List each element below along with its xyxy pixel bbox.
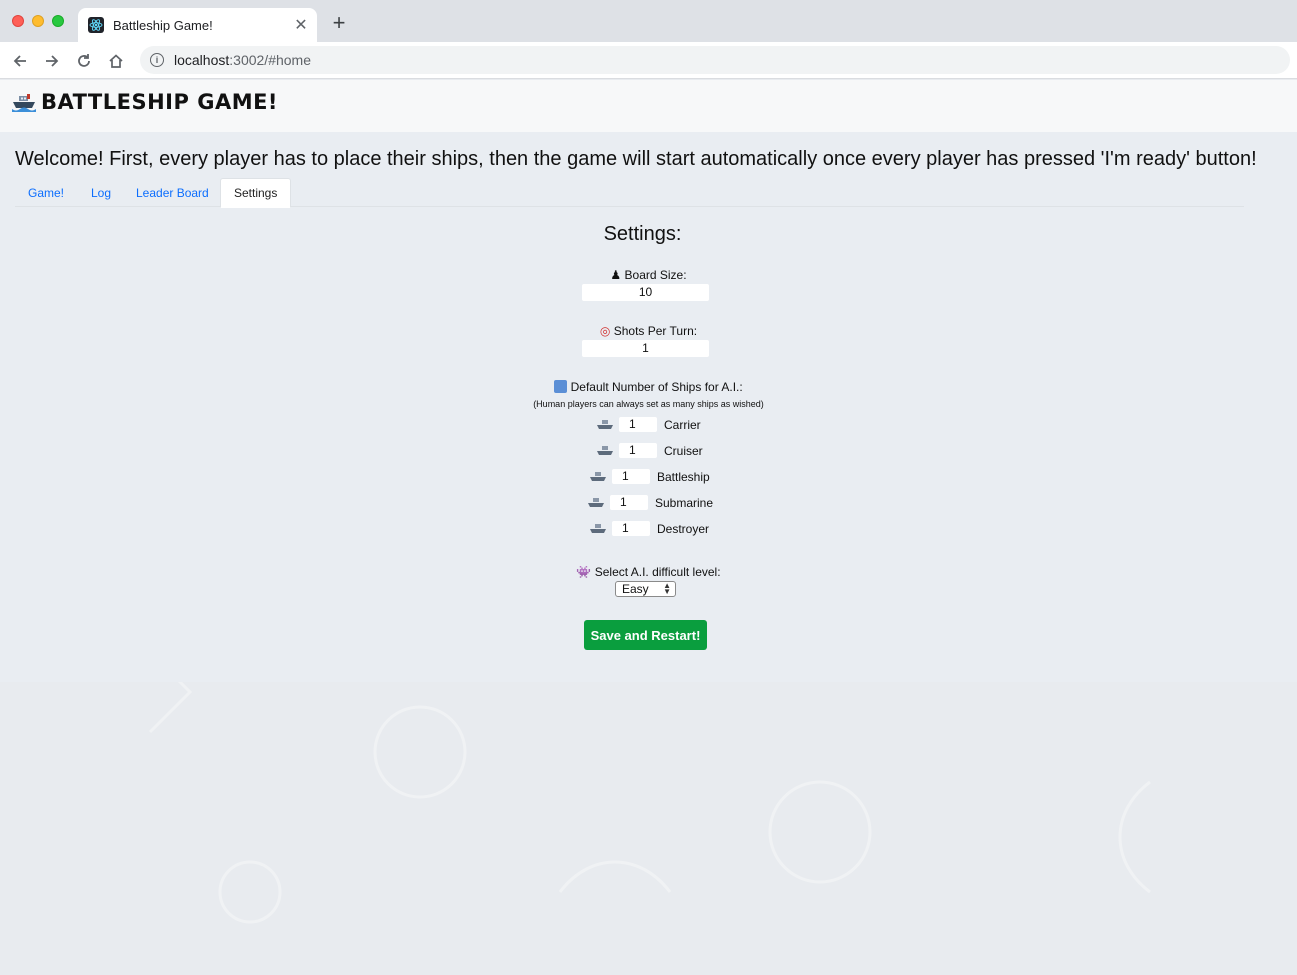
ship-row-carrier: 1 Carrier	[597, 416, 701, 433]
default-ships-label: Default Number of Ships for A.I.:	[0, 380, 1297, 394]
board-size-label: ♟ Board Size:	[610, 268, 687, 282]
default-ships-note: (Human players can always set as many sh…	[533, 399, 764, 409]
ship-count-input[interactable]: 1	[612, 469, 650, 484]
url-host: localhost	[174, 52, 230, 68]
ship-row-destroyer: 1 Destroyer	[590, 520, 709, 537]
ship-name: Carrier	[664, 417, 701, 432]
ship-count-input[interactable]: 1	[610, 495, 648, 510]
reload-icon[interactable]	[71, 48, 97, 74]
ship-count-input[interactable]: 1	[619, 417, 657, 432]
ship-count-input[interactable]: 1	[619, 443, 657, 458]
ai-level-selected: Easy	[622, 582, 649, 596]
tab-bar: Game! Log Leader Board Settings	[15, 178, 1244, 208]
main-content: Welcome! First, every player has to plac…	[0, 132, 1297, 682]
ship-name: Battleship	[657, 469, 710, 484]
ai-level-label: 👾 Select A.I. difficult level:	[576, 565, 721, 579]
browser-tab-title: Battleship Game!	[113, 17, 213, 33]
welcome-message: Welcome! First, every player has to plac…	[15, 148, 1257, 170]
ship-icon	[597, 419, 613, 429]
ship-count-input[interactable]: 1	[612, 521, 650, 536]
settings-title: Settings:	[603, 223, 682, 245]
ship-name: Destroyer	[657, 521, 710, 536]
close-icon[interactable]: ✕	[289, 13, 313, 37]
app-title: Battleship Game!	[41, 90, 279, 114]
shots-per-turn-label: ◎ Shots Per Turn:	[599, 324, 698, 338]
forward-icon[interactable]	[39, 48, 65, 74]
save-and-restart-button[interactable]: Save and Restart!	[584, 620, 707, 650]
ship-name: Submarine	[655, 495, 714, 510]
chess-pawn-icon: ♟	[610, 268, 622, 282]
browser-toolbar: i localhost:3002/#home	[0, 42, 1297, 79]
browser-tab[interactable]: Battleship Game! ✕	[78, 8, 317, 42]
alien-icon: 👾	[576, 565, 592, 579]
board-size-input[interactable]: 10	[582, 284, 709, 301]
ship-row-submarine: 1 Submarine	[588, 494, 713, 511]
select-arrows-icon: ▲ ▼	[663, 581, 671, 596]
ship-icon	[590, 471, 606, 481]
back-icon[interactable]	[7, 48, 33, 74]
window-close-button[interactable]	[12, 15, 24, 27]
new-tab-button[interactable]: +	[328, 10, 350, 35]
window-minimize-button[interactable]	[32, 15, 44, 27]
ship-icon	[588, 497, 604, 507]
address-bar[interactable]: i localhost:3002/#home	[140, 46, 1290, 74]
shots-per-turn-input[interactable]: 1	[582, 340, 709, 357]
home-icon[interactable]	[103, 48, 129, 74]
ship-name: Cruiser	[664, 443, 703, 458]
ship-icon	[597, 445, 613, 455]
tab-leader-board[interactable]: Leader Board	[123, 178, 222, 207]
ship-row-cruiser: 1 Cruiser	[597, 442, 703, 459]
window-maximize-button[interactable]	[52, 15, 64, 27]
ship-icon	[590, 523, 606, 533]
target-icon: ◎	[599, 324, 611, 338]
app-header: Battleship Game!	[0, 80, 1297, 132]
ship-row-battleship: 1 Battleship	[590, 468, 710, 485]
browser-tabstrip: Battleship Game! ✕ +	[0, 0, 1297, 42]
tab-settings[interactable]: Settings	[220, 178, 292, 208]
tab-log[interactable]: Log	[78, 178, 124, 207]
tab-game[interactable]: Game!	[15, 178, 77, 207]
react-icon	[88, 17, 104, 33]
ship-icon	[12, 94, 36, 112]
info-icon[interactable]: i	[150, 53, 164, 67]
numbers-icon	[554, 380, 568, 393]
url-path: :3002/#home	[229, 52, 311, 68]
ai-level-select[interactable]: Easy ▲ ▼	[615, 581, 676, 597]
